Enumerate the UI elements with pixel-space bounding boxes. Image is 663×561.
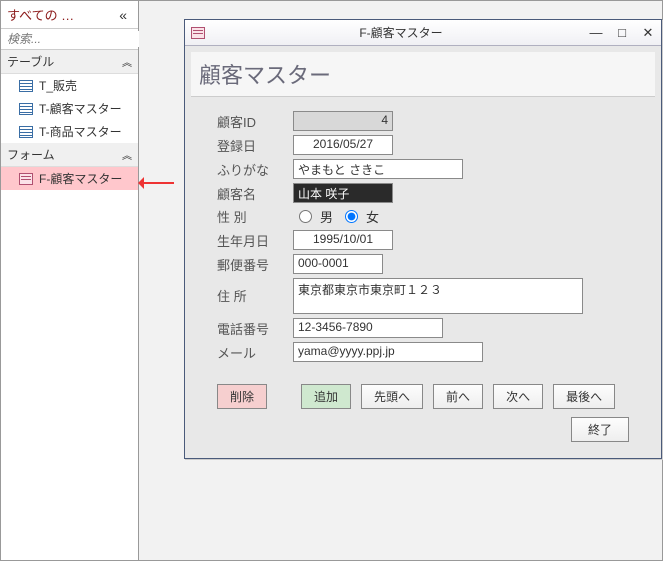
nav-item-f-kokyaku[interactable]: F-顧客マスター — [1, 167, 138, 190]
nav-item-label: F-顧客マスター — [39, 170, 122, 187]
nav-group-label: フォーム — [7, 146, 55, 163]
navigation-pane: すべての … « 🔍 テーブル ︽ T_販売 T-顧客マスター T-商品マスター… — [1, 1, 139, 560]
label-tel: 電話番号 — [217, 319, 293, 338]
collapse-icon: ︽ — [122, 147, 132, 162]
nav-group-label: テーブル — [7, 53, 54, 70]
nav-item-t-shohin[interactable]: T-商品マスター — [1, 120, 138, 143]
field-kana[interactable]: やまもと さきこ — [293, 159, 463, 179]
label-name: 顧客名 — [217, 184, 293, 203]
label-id: 顧客ID — [217, 112, 293, 131]
nav-search-row: 🔍 — [1, 29, 138, 50]
nav-item-label: T_販売 — [39, 77, 77, 94]
window-controls: ― □ ✕ — [589, 25, 655, 41]
nav-item-t-hanbai[interactable]: T_販売 — [1, 74, 138, 97]
nav-title: すべての … — [7, 5, 74, 24]
label-zip: 郵便番号 — [217, 255, 293, 274]
delete-button[interactable]: 削除 — [217, 384, 267, 409]
field-zip[interactable]: 000-0001 — [293, 254, 383, 274]
field-sex: 男 女 — [293, 207, 379, 226]
label-birth: 生年月日 — [217, 231, 293, 250]
nav-group-tables[interactable]: テーブル ︽ — [1, 50, 138, 74]
field-regdate[interactable]: 2016/05/27 — [293, 135, 393, 155]
nav-item-t-kokyaku[interactable]: T-顧客マスター — [1, 97, 138, 120]
collapse-icon: ︽ — [122, 54, 132, 69]
button-row: 削除 追加 先頭へ 前へ 次へ 最後へ — [217, 384, 655, 409]
titlebar[interactable]: F-顧客マスター ― □ ✕ — [185, 20, 661, 46]
radio-male-label: 男 — [320, 207, 333, 226]
table-icon — [19, 126, 33, 138]
close-icon[interactable]: ✕ — [641, 25, 655, 41]
nav-group-forms[interactable]: フォーム ︽ — [1, 143, 138, 167]
end-button[interactable]: 終了 — [571, 417, 629, 442]
label-mail: メール — [217, 343, 293, 362]
field-name[interactable]: 山本 咲子 — [293, 183, 393, 203]
label-kana: ふりがな — [217, 160, 293, 179]
field-tel[interactable]: 12-3456-7890 — [293, 318, 443, 338]
table-icon — [19, 80, 33, 92]
radio-male[interactable] — [299, 210, 312, 223]
form-body: 顧客マスター 顧客ID 4 登録日 2016/05/27 ふりがな やまもと さ… — [185, 46, 661, 458]
nav-collapse-chevron-icon[interactable]: « — [114, 6, 132, 24]
next-button[interactable]: 次へ — [493, 384, 543, 409]
nav-item-label: T-商品マスター — [39, 123, 122, 140]
window-title: F-顧客マスター — [213, 24, 589, 41]
first-button[interactable]: 先頭へ — [361, 384, 423, 409]
prev-button[interactable]: 前へ — [433, 384, 483, 409]
label-regdate: 登録日 — [217, 136, 293, 155]
label-addr: 住 所 — [217, 278, 293, 305]
minimize-icon[interactable]: ― — [589, 25, 603, 41]
nav-item-label: T-顧客マスター — [39, 100, 122, 117]
table-icon — [19, 103, 33, 115]
form-icon — [191, 27, 205, 39]
radio-female-label: 女 — [366, 207, 379, 226]
form-heading: 顧客マスター — [191, 52, 655, 97]
field-addr[interactable]: 東京都東京市東京町１２３ — [293, 278, 583, 314]
field-mail[interactable]: yama@yyyy.ppj.jp — [293, 342, 483, 362]
radio-female[interactable] — [345, 210, 358, 223]
nav-header: すべての … « — [1, 1, 138, 29]
form-window: F-顧客マスター ― □ ✕ 顧客マスター 顧客ID 4 登録日 2016/05… — [184, 19, 662, 459]
content-area: F-顧客マスター ― □ ✕ 顧客マスター 顧客ID 4 登録日 2016/05… — [139, 1, 662, 560]
label-sex: 性 別 — [217, 207, 293, 226]
last-button[interactable]: 最後へ — [553, 384, 615, 409]
add-button[interactable]: 追加 — [301, 384, 351, 409]
annotation-arrow-icon — [144, 174, 174, 192]
form-icon — [19, 173, 33, 185]
maximize-icon[interactable]: □ — [615, 25, 629, 41]
field-birth[interactable]: 1995/10/01 — [293, 230, 393, 250]
field-id: 4 — [293, 111, 393, 131]
